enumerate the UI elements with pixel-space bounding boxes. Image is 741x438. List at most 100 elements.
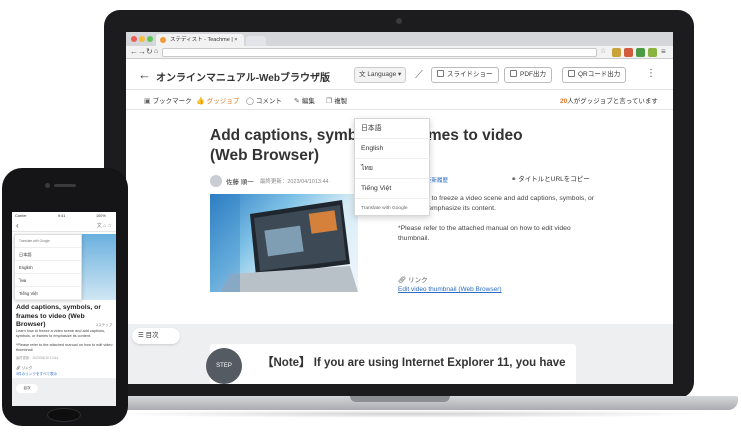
phone-language-option-japanese[interactable]: 日本語 <box>15 248 81 261</box>
app-title: オンラインマニュアル-Webブラウザ版 <box>156 73 330 84</box>
favicon-icon <box>160 37 166 43</box>
comment-label: コメント <box>255 98 282 105</box>
phone-screen: Carrier 9:41 100% ‹ 文 ⌂ ☆ Translate with… <box>12 212 116 406</box>
edit-action[interactable]: ✎ 編集 <box>294 95 315 105</box>
author-row: 佐藤 順一 最終更新：2023/04/1013:44 <box>210 172 329 187</box>
stats-chart-icon[interactable]: ⟋ <box>412 67 426 83</box>
app-header: ← オンラインマニュアル-Webブラウザ版 文 Language ▾ ⟋ スライ… <box>126 60 673 90</box>
bookmark-label: ブックマーク <box>152 98 192 105</box>
browser-back-icon[interactable]: ← <box>130 47 138 57</box>
related-manual-link[interactable]: Edit video thumbnail (Web Browser) <box>398 286 502 293</box>
phone-language-option-english[interactable]: English <box>15 261 81 274</box>
browser-menu-icon[interactable]: ≡ <box>661 47 666 57</box>
phone-show-all-links[interactable]: 3件のリンクをすべて表示 <box>16 372 57 377</box>
toc-button[interactable]: ☰ 目次 <box>132 328 180 344</box>
language-button[interactable]: 文 Language ▾ <box>354 67 407 83</box>
steps-section: ☰ 目次 STEP 【Note】 If you are using Intern… <box>126 324 673 384</box>
bookmark-action[interactable]: ▣ ブックマーク <box>144 95 192 105</box>
new-tab-button[interactable] <box>246 36 266 46</box>
laptop-photo-illustration <box>210 194 358 292</box>
browser-tab-title: ステディスト - Teachme | × <box>170 37 238 43</box>
comment-action[interactable]: ◯ コメント <box>246 95 282 105</box>
laptop-shadow <box>100 410 720 418</box>
pencil-icon: ✎ <box>294 98 300 105</box>
clock-label: 9:41 <box>58 214 66 218</box>
battery-label: 100% <box>96 214 106 218</box>
note-text: *Please refer to the attached manual on … <box>398 225 571 242</box>
phone-language-option-vietnamese[interactable]: Tiếng Việt <box>15 287 81 300</box>
list-icon: ☰ <box>138 332 146 339</box>
step-note-text: 【Note】 If you are using Internet Explore… <box>262 357 566 369</box>
translate-with-google-option[interactable]: Translate with Google <box>355 199 431 219</box>
link-icon: 🔗︎ <box>398 277 409 284</box>
phone-home-button[interactable] <box>47 408 81 422</box>
language-button-label: Language ▾ <box>367 71 402 78</box>
phone-header-icons[interactable]: 文 ⌂ ☆ <box>97 222 112 229</box>
phone-language-option-thai[interactable]: ไทย <box>15 274 81 287</box>
comment-icon: ◯ <box>246 98 254 105</box>
pdf-export-label: PDF出力 <box>520 71 546 78</box>
step-badge: STEP <box>206 348 242 384</box>
pdf-export-button[interactable]: PDF出力 <box>504 67 552 83</box>
language-option-japanese[interactable]: 日本語 <box>355 119 431 139</box>
author-name[interactable]: 佐藤 順一 <box>226 179 254 186</box>
bookmark-star-icon[interactable]: ☆ <box>600 47 606 57</box>
copy-title-url-button[interactable]: ⚭ タイトルとURLをコピー <box>511 173 590 183</box>
copy-action[interactable]: ❐ 複製 <box>326 95 347 105</box>
extension-icon[interactable] <box>648 48 657 57</box>
laptop-camera <box>396 18 402 24</box>
language-option-vietnamese[interactable]: Tiếng Việt <box>355 179 431 199</box>
phone-note: *Please refer to the attached manual on … <box>16 343 113 352</box>
pdf-icon <box>510 70 517 77</box>
zoom-window-dot[interactable] <box>147 36 153 42</box>
home-icon[interactable]: ⌂ <box>154 47 158 57</box>
browser-forward-icon[interactable]: → <box>138 47 146 57</box>
phone-link-label: 🔗︎ リンク <box>16 366 32 371</box>
language-dropdown: 日本語 English ไทย Tiếng Việt Translate wit… <box>354 118 431 219</box>
carrier-label: Carrier <box>15 214 27 218</box>
language-option-english[interactable]: English <box>355 139 431 159</box>
address-input[interactable] <box>162 48 597 57</box>
qr-export-button[interactable]: QRコード出力 <box>562 67 627 83</box>
phone-device: Carrier 9:41 100% ‹ 文 ⌂ ☆ Translate with… <box>2 168 128 426</box>
slideshow-button[interactable]: スライドショー <box>431 67 499 83</box>
copy-label: 複製 <box>334 98 348 105</box>
gujo-action[interactable]: 👍 グッジョブ <box>196 95 239 105</box>
gujo-count-text: 人がグッジョブと言っています <box>567 98 658 105</box>
phone-app-header: ‹ 文 ⌂ ☆ <box>12 220 116 232</box>
phone-speaker <box>54 184 76 187</box>
phone-camera <box>45 183 50 188</box>
toc-label: 目次 <box>145 332 159 339</box>
close-window-dot[interactable] <box>131 36 137 42</box>
phone-back-icon[interactable]: ‹ <box>16 220 19 232</box>
manual-thumbnail <box>210 194 358 292</box>
more-menu-icon[interactable]: ⋮ <box>646 68 656 79</box>
browser-tab-strip: ステディスト - Teachme | × <box>126 32 673 46</box>
browser-url-bar: ← → ↻ ⌂ ☆ ≡ <box>126 46 673 59</box>
thumbs-up-icon: 👍 <box>196 98 205 105</box>
slideshow-button-label: スライドショー <box>447 71 493 78</box>
qr-code-icon <box>568 70 575 77</box>
reload-icon[interactable]: ↻ <box>146 47 153 57</box>
phone-step-count: 3ステップ <box>96 323 113 327</box>
translate-icon: 文 <box>359 71 366 78</box>
phone-status-bar: Carrier 9:41 100% <box>12 212 116 220</box>
phone-footer: 目次 <box>12 378 116 406</box>
phone-description: Learn how to freeze a video scene and ad… <box>16 329 106 338</box>
phone-toc-button[interactable]: 目次 <box>16 384 38 393</box>
extension-icon[interactable] <box>612 48 621 57</box>
avatar <box>210 174 222 187</box>
last-updated: 最終更新：2023/04/1013:44 <box>259 178 329 185</box>
copy-title-url-label: タイトルとURLをコピー <box>518 176 590 183</box>
phone-last-updated: 最終更新：2023/04/10 13:44 <box>16 356 59 360</box>
language-option-thai[interactable]: ไทย <box>355 159 431 179</box>
phone-translate-with-google[interactable]: Translate with Google <box>15 235 81 248</box>
extension-icon[interactable] <box>624 48 633 57</box>
extension-icon[interactable] <box>636 48 645 57</box>
minimize-window-dot[interactable] <box>139 36 145 42</box>
qr-export-label: QRコード出力 <box>578 71 621 78</box>
browser-tab[interactable]: ステディスト - Teachme | × <box>156 34 244 46</box>
phone-link-label-text: リンク <box>21 366 33 370</box>
bookmark-icon: ▣ <box>144 98 151 105</box>
back-arrow-icon[interactable]: ← <box>138 67 151 82</box>
